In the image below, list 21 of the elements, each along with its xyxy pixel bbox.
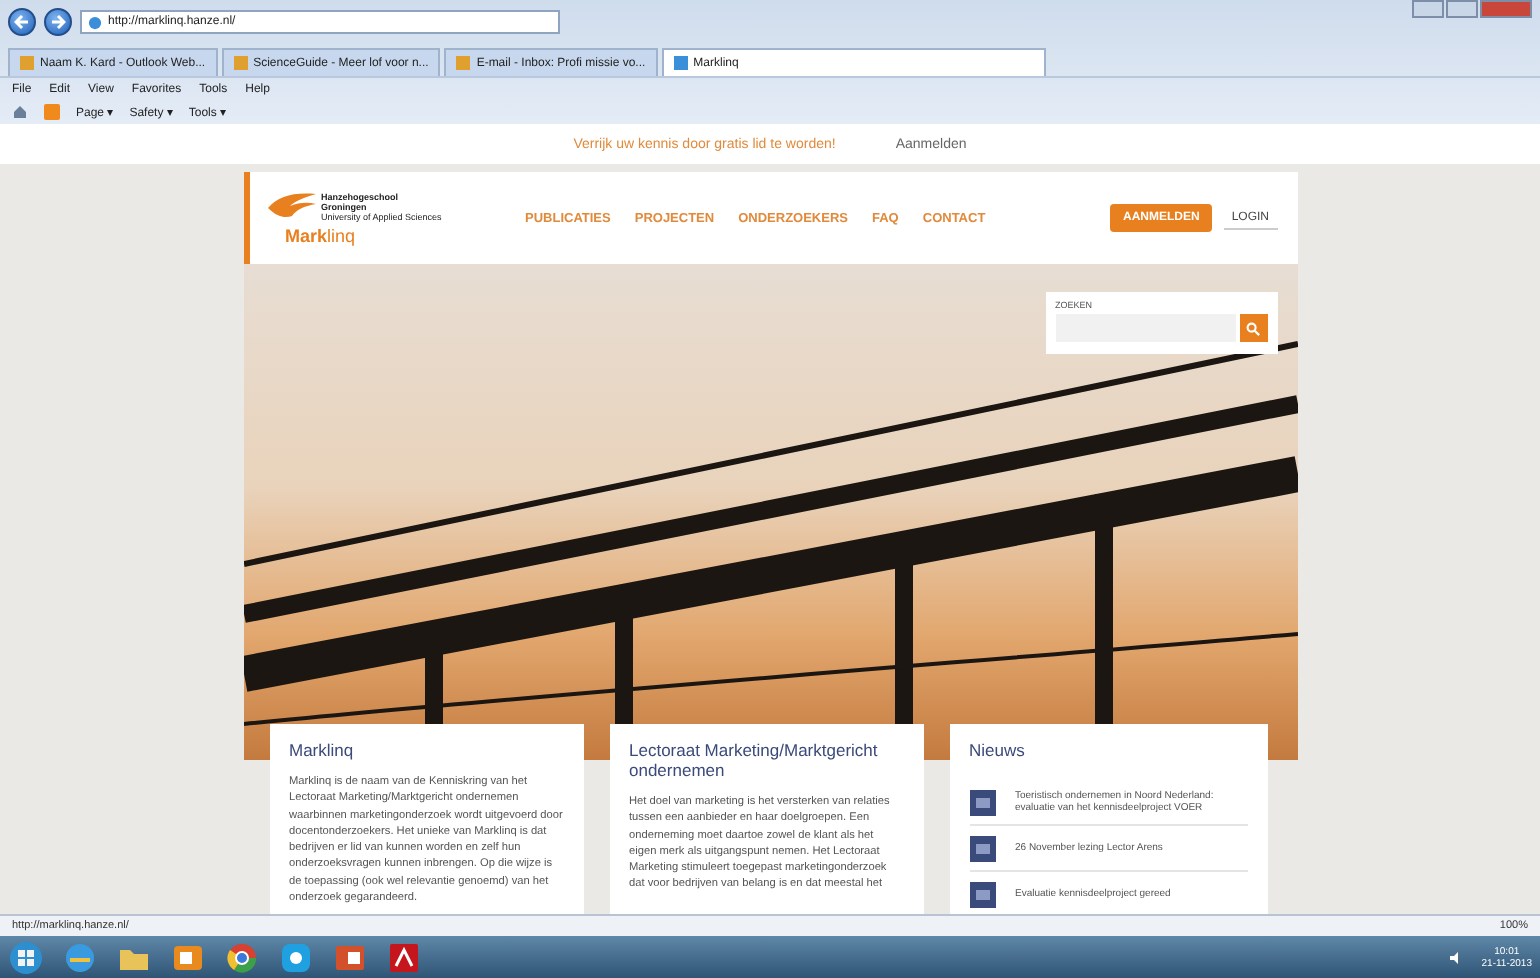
globe-icon bbox=[88, 15, 102, 29]
forward-arrow-icon bbox=[50, 14, 66, 30]
flame-logo-icon bbox=[265, 190, 317, 222]
search-button[interactable] bbox=[1239, 314, 1267, 342]
card-title: Lectoraat Marketing/Marktgericht ondernemen bbox=[629, 740, 880, 780]
home-icon[interactable] bbox=[12, 104, 28, 120]
card-title: Marklinq bbox=[289, 740, 356, 760]
start-orb-icon[interactable] bbox=[8, 939, 44, 976]
page-icon bbox=[456, 56, 471, 70]
back-button[interactable] bbox=[8, 8, 36, 36]
site-name: Marklinq bbox=[283, 226, 358, 246]
chat-app-icon[interactable] bbox=[278, 939, 314, 976]
page-icon bbox=[233, 56, 248, 70]
search-icon bbox=[1246, 321, 1260, 335]
back-arrow-icon bbox=[14, 14, 30, 30]
page-icon bbox=[673, 56, 688, 70]
forward-button[interactable] bbox=[44, 8, 72, 36]
speaker-icon[interactable] bbox=[1447, 949, 1464, 966]
news-title: Nieuws bbox=[969, 740, 1027, 760]
page-icon bbox=[20, 56, 34, 70]
pdf-app-icon[interactable] bbox=[386, 939, 422, 976]
